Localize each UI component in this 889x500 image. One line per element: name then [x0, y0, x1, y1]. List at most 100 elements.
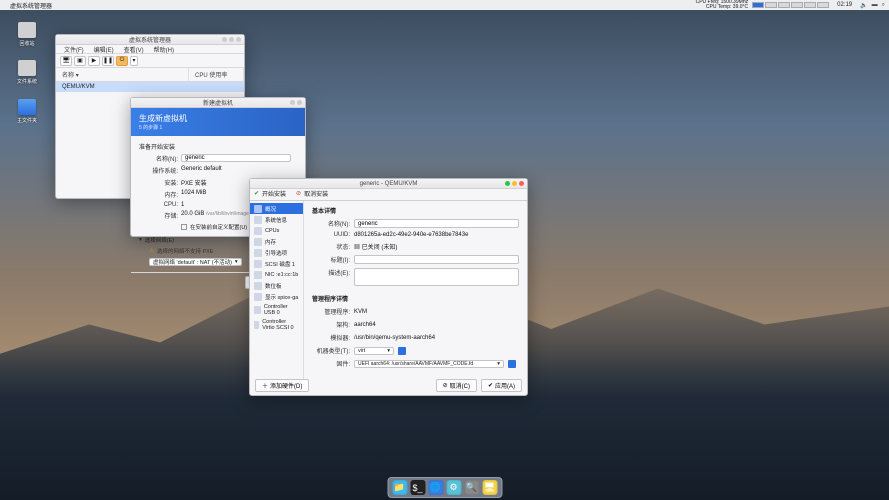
sidebar-item-nic[interactable]: NIC :e1:cc:1b	[250, 269, 303, 280]
details-apply-button[interactable]: ✔应用(A)	[481, 379, 522, 392]
play-button[interactable]: ▶	[88, 56, 100, 66]
wiz-mem-label: 内存:	[139, 190, 181, 199]
wiz-storage-label: 存储:	[139, 211, 181, 220]
tab-cancel-install[interactable]: ⊘ 取消安装	[296, 189, 328, 200]
sidebar-item-scsi[interactable]: Controller Virtio SCSI 0	[250, 317, 303, 332]
memory-icon	[254, 238, 262, 246]
minimize-icon[interactable]	[505, 181, 510, 186]
sidebar-item-boot[interactable]: 引导选项	[250, 247, 303, 258]
vm-manager-app-icon[interactable]: 🖥	[482, 480, 497, 495]
details-cancel-button[interactable]: ⊘取消(C)	[436, 379, 477, 392]
details-titlebar[interactable]: generic - QEMU/KVM	[250, 179, 527, 189]
basic-uuid-value: d801265a-ed2c-49e2-940e-e7638be7843e	[354, 232, 468, 238]
wiz-mem-value: 1024 MiB	[181, 190, 206, 199]
menu-help[interactable]: 帮助(H)	[150, 45, 178, 54]
details-tab-bar: ✔ 开始安装 ⊘ 取消安装	[250, 189, 527, 201]
sidebar-item-memory[interactable]: 内存	[250, 236, 303, 247]
vm-manager-title: 虚拟系统管理器	[56, 35, 244, 44]
disk-icon	[254, 260, 262, 268]
terminal-app-icon[interactable]: $_	[410, 480, 425, 495]
maximize-icon[interactable]	[229, 37, 234, 42]
battery-icon[interactable]: ▬	[872, 2, 878, 8]
plus-icon: ＋	[262, 381, 268, 390]
sidebar-item-disk[interactable]: SCSI 磁盘 1	[250, 258, 303, 269]
customize-checkbox[interactable]	[181, 224, 187, 230]
volume-icon[interactable]: 🔈	[860, 2, 867, 9]
close-icon[interactable]	[519, 181, 524, 186]
sidebar-item-sysinfo[interactable]: 系统信息	[250, 214, 303, 225]
close-icon[interactable]	[297, 100, 302, 105]
basic-name-label: 名称(N):	[312, 219, 350, 228]
col-name[interactable]: 名称 ▾	[56, 68, 189, 81]
basic-uuid-label: UUID:	[312, 232, 350, 238]
expand-network-icon[interactable]: ▾	[139, 237, 142, 243]
sidebar-item-cpus[interactable]: CPUs	[250, 225, 303, 236]
search-app-icon[interactable]: 🔍	[464, 480, 479, 495]
firmware-info-button[interactable]	[508, 360, 516, 368]
wiz-name-input[interactable]	[181, 154, 291, 162]
col-cpu[interactable]: CPU 使用率	[189, 68, 244, 81]
desktop-home-icon[interactable]	[18, 99, 36, 115]
vm-manager-titlebar[interactable]: 虚拟系统管理器	[56, 35, 244, 45]
clock[interactable]: 02:19	[837, 2, 852, 8]
menu-edit[interactable]: 编辑(E)	[90, 45, 118, 54]
open-vm-button[interactable]: ▣	[74, 56, 86, 66]
sidebar-item-display[interactable]: 显示 spice-ga	[250, 291, 303, 302]
basic-title-label: 标题(I):	[312, 255, 350, 264]
wizard-step: 5 的步骤 1	[139, 124, 297, 131]
sidebar-item-usb[interactable]: Controller USB 0	[250, 302, 303, 317]
wiz-install-value: PXE 安装	[181, 178, 207, 187]
active-app-name[interactable]: 虚拟系统管理器	[10, 1, 52, 10]
settings-app-icon[interactable]: ⚙	[446, 480, 461, 495]
browser-app-icon[interactable]: 🌐	[428, 480, 443, 495]
warning-icon: ⚠	[149, 248, 154, 254]
maximize-icon[interactable]	[512, 181, 517, 186]
network-select[interactable]: 虚拟网络 'default' : NAT (不活动)▾	[149, 258, 242, 266]
wizard-heading: 生成新虚拟机	[139, 113, 297, 124]
machine-type-select[interactable]: virt▾	[354, 347, 394, 355]
desktop-filesystem-label: 文件系统	[12, 78, 42, 85]
sidebar-item-overview[interactable]: 概况	[250, 203, 303, 214]
chevron-down-icon: ▾	[387, 348, 390, 354]
chevron-down-icon: ▾	[235, 259, 238, 265]
wizard-title: 新建虚拟机	[131, 98, 305, 107]
files-app-icon[interactable]: 📁	[392, 480, 407, 495]
shutdown-button[interactable]: ⏻	[116, 56, 128, 66]
minimize-icon[interactable]	[222, 37, 227, 42]
menu-file[interactable]: 文件(F)	[60, 45, 88, 54]
vm-list-row[interactable]: QEMU/KVM	[56, 82, 244, 92]
close-icon[interactable]	[290, 100, 295, 105]
tablet-icon	[254, 282, 262, 290]
vm-list-header: 名称 ▾ CPU 使用率	[56, 68, 244, 82]
cpu-core-bars	[752, 2, 829, 8]
details-sidebar: 概况 系统信息 CPUs 内存 引导选项 SCSI 磁盘 1 NIC :e1:c…	[250, 201, 304, 381]
overview-icon	[254, 205, 262, 213]
add-hardware-button[interactable]: ＋添加硬件(D)	[255, 379, 309, 392]
wizard-titlebar[interactable]: 新建虚拟机	[131, 98, 305, 108]
cancel-icon: ⊘	[443, 382, 448, 389]
sidebar-item-tablet[interactable]: 数位板	[250, 280, 303, 291]
close-icon[interactable]	[236, 37, 241, 42]
wiz-os-label: 操作系统:	[139, 166, 181, 175]
tab-begin-install[interactable]: ✔ 开始安装	[254, 189, 286, 200]
basic-title-input[interactable]	[354, 255, 519, 264]
customize-label: 在安装前自定义配置(U)	[190, 223, 247, 231]
new-vm-button[interactable]: 🖥	[60, 56, 72, 66]
more-button[interactable]: ▾	[130, 56, 138, 66]
wizard-header: 生成新虚拟机 5 的步骤 1	[131, 108, 305, 136]
machine-info-button[interactable]	[398, 347, 406, 355]
search-icon[interactable]: ⌕	[882, 2, 885, 9]
desktop-filesystem-icon[interactable]	[18, 60, 36, 76]
emulator-value: /usr/bin/qemu-system-aarch64	[354, 335, 435, 341]
section-basic-title: 基本详情	[312, 206, 519, 215]
basic-desc-input[interactable]	[354, 268, 519, 286]
menu-view[interactable]: 查看(V)	[120, 45, 148, 54]
firmware-select[interactable]: UEFI aarch64: /usr/share/AAVMF/AAVMF_COD…	[354, 360, 504, 368]
boot-icon	[254, 249, 262, 257]
machine-label: 机器类型(T):	[312, 346, 350, 355]
desktop-trash-icon[interactable]	[18, 22, 36, 38]
arch-value: aarch64	[354, 322, 376, 328]
system-menubar: 虚拟系统管理器 CPU Freq: 1500.39Mhz CPU Temp: 3…	[0, 0, 889, 10]
pause-button[interactable]: ❚❚	[102, 56, 114, 66]
basic-name-input[interactable]	[354, 219, 519, 228]
